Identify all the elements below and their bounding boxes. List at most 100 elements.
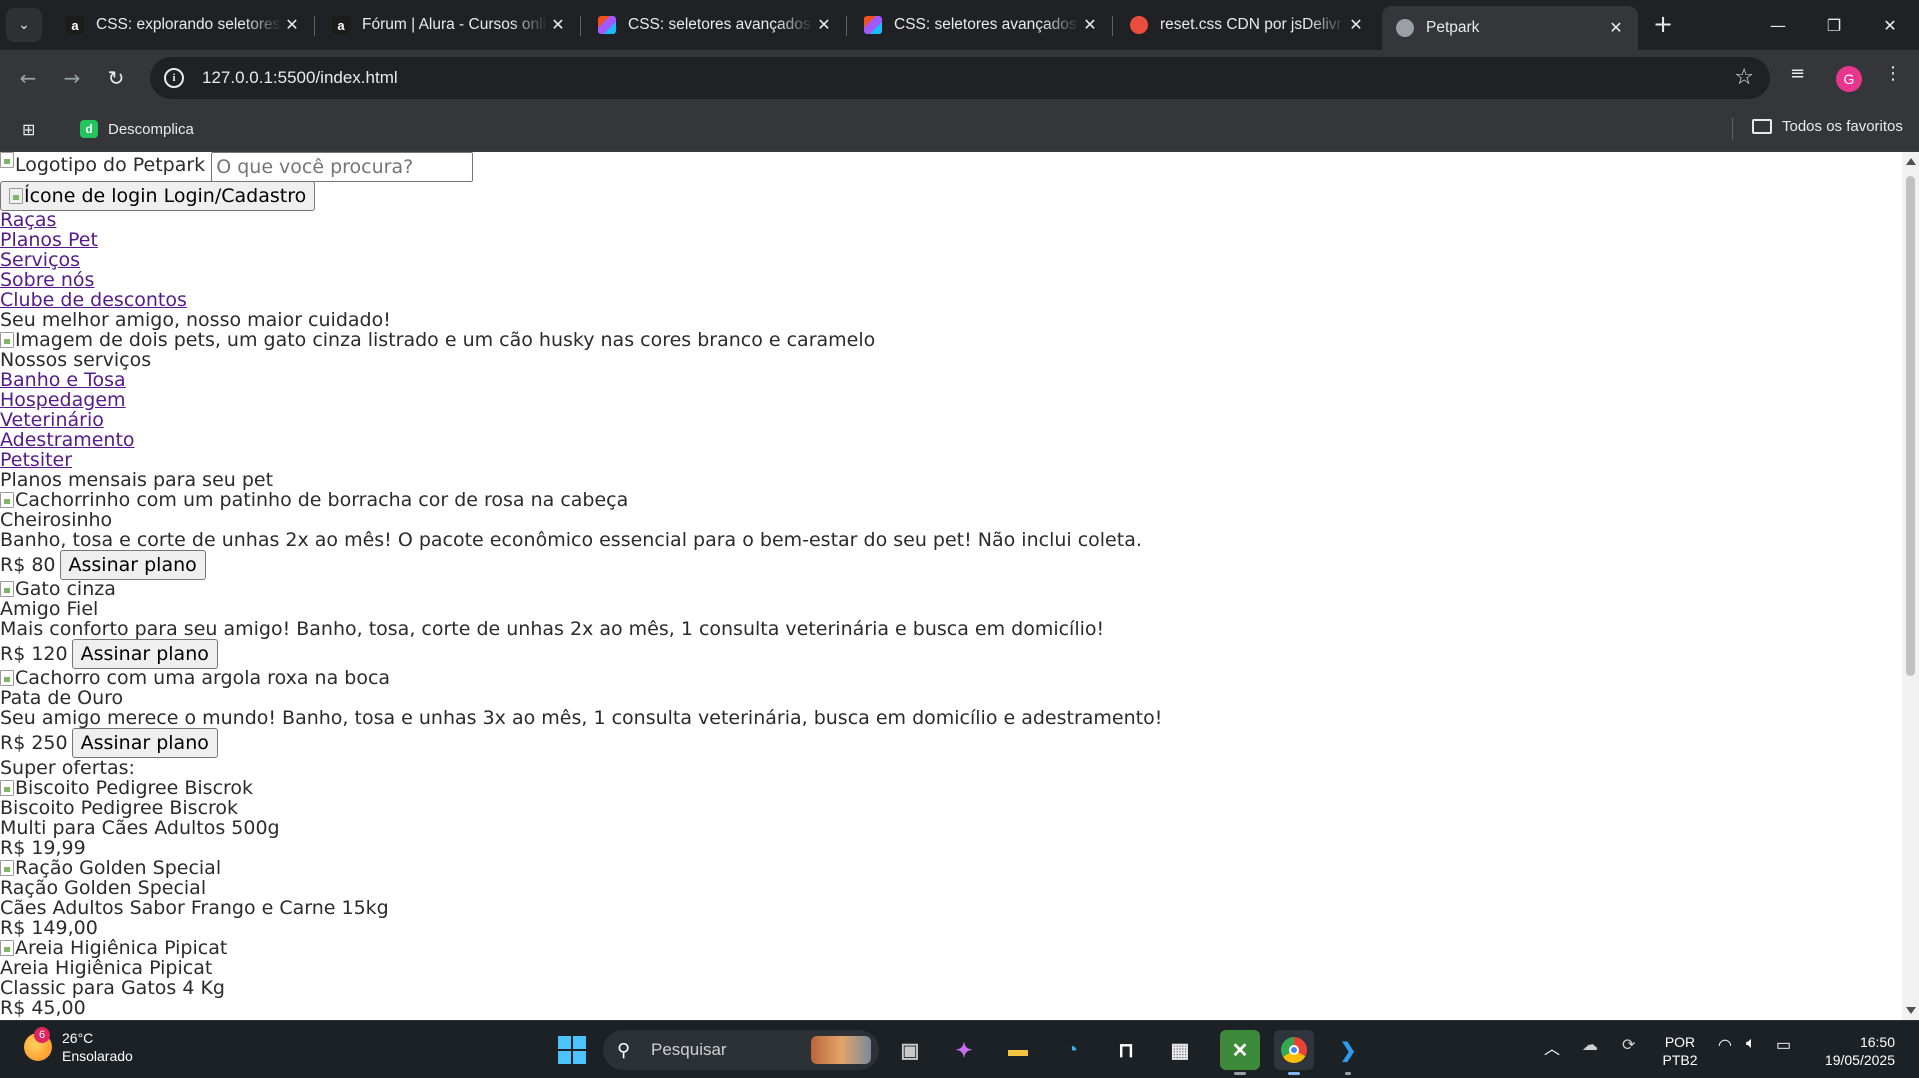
subscribe-plan-button[interactable]: Assinar plano	[59, 550, 206, 580]
nav-link-clube-de-descontos[interactable]: Clube de descontos	[0, 290, 1902, 310]
info-icon[interactable]: i	[164, 68, 184, 88]
restore-button[interactable]: ❐	[1806, 0, 1862, 50]
forward-button[interactable]: →	[56, 62, 88, 94]
profile-avatar[interactable]: G	[1836, 66, 1862, 92]
taskbar-search[interactable]: ⚲ Pesquisar	[603, 1030, 879, 1070]
minimize-button[interactable]: —	[1750, 0, 1806, 50]
app-icon[interactable]: ⊓	[1106, 1030, 1146, 1070]
start-button[interactable]	[552, 1030, 592, 1070]
close-icon[interactable]: ✕	[548, 15, 568, 35]
nav-link-sobre-nos[interactable]: Sobre nós	[0, 270, 1902, 290]
scroll-up-arrow-icon[interactable]	[1906, 158, 1916, 165]
service-link-petsiter[interactable]: Petsiter	[0, 450, 1902, 470]
offer-image: Biscoito Pedigree Biscrok	[0, 778, 1902, 798]
bookmark-descomplica[interactable]: d Descomplica	[80, 116, 194, 142]
plan-price: R$ 80	[0, 554, 56, 576]
battery-icon[interactable]: ▭	[1776, 1035, 1791, 1055]
copilot-icon[interactable]: ✦	[944, 1030, 984, 1070]
address-bar[interactable]: i 127.0.0.1:5500/index.html ☆	[150, 57, 1770, 99]
broken-image-icon	[0, 860, 14, 876]
volume-icon[interactable]: 🔈︎	[1746, 1035, 1756, 1053]
bookmark-star-icon[interactable]: ☆	[1734, 65, 1754, 90]
edge-icon[interactable]: ◔	[1052, 1030, 1092, 1070]
sync-icon[interactable]: ⟳	[1622, 1035, 1635, 1055]
offer-price: R$ 19,99	[0, 837, 86, 859]
browser-toolbar: ← → ↻ i 127.0.0.1:5500/index.html ☆ ≡ ⋮	[0, 50, 1919, 106]
login-icon	[9, 188, 23, 204]
browser-tab[interactable]: a Fórum | Alura - Cursos onli... ✕	[318, 6, 581, 44]
chevron-down-icon: ⌄	[18, 17, 30, 33]
subscribe-plan-button[interactable]: Assinar plano	[71, 728, 218, 758]
tab-title: Petpark	[1426, 19, 1480, 36]
plan-name: Pata de Ouro	[0, 687, 124, 709]
url-text[interactable]: 127.0.0.1:5500/index.html	[202, 68, 398, 88]
plan-desc: Seu amigo merece o mundo! Banho, tosa e …	[0, 707, 1163, 729]
close-window-button[interactable]: ✕	[1862, 0, 1918, 50]
media-control-icon[interactable]: ≡	[1790, 63, 1805, 84]
close-icon[interactable]: ✕	[814, 15, 834, 35]
xbox-icon[interactable]: ✕	[1220, 1030, 1260, 1075]
close-icon[interactable]: ✕	[1346, 15, 1366, 35]
browser-tab-active[interactable]: Petpark ✕	[1382, 6, 1638, 50]
weather-temp: 26°C	[62, 1030, 94, 1046]
browser-tab[interactable]: CSS: seletores avançados e... ✕	[850, 6, 1113, 44]
apps-grid-icon[interactable]: ⊞	[22, 120, 35, 139]
all-bookmarks-label: Todos os favoritos	[1782, 118, 1903, 135]
wifi-icon[interactable]: ◠	[1718, 1035, 1732, 1055]
search-label: Pesquisar	[651, 1040, 727, 1059]
file-explorer-icon[interactable]: ▬	[998, 1030, 1038, 1070]
tray-overflow-icon[interactable]: ︿	[1544, 1035, 1560, 1059]
scroll-down-arrow-icon[interactable]	[1906, 1007, 1916, 1014]
close-icon[interactable]: ✕	[1606, 18, 1626, 38]
language-indicator[interactable]: POR PTB2	[1660, 1033, 1700, 1069]
nav-link-planos-pet[interactable]: Planos Pet	[0, 230, 1902, 250]
all-bookmarks-button[interactable]: Todos os favoritos	[1752, 118, 1903, 135]
weather-widget[interactable]: 6 26°C Ensolarado	[24, 1027, 133, 1065]
descomplica-icon: d	[80, 120, 98, 138]
plan-name: Cheirosinho	[0, 509, 113, 531]
plan-desc: Banho, tosa e corte de unhas 2x ao mês! …	[0, 529, 1142, 551]
service-link-hospedagem[interactable]: Hospedagem	[0, 390, 1902, 410]
store-icon[interactable]: ▦	[1160, 1030, 1200, 1070]
tab-search-button[interactable]: ⌄	[6, 8, 42, 42]
service-link-banho-e-tosa[interactable]: Banho e Tosa	[0, 370, 1902, 390]
plan-image: Gato cinza	[0, 579, 1902, 599]
windows-icon	[558, 1036, 586, 1064]
reload-button[interactable]: ↻	[100, 62, 132, 94]
close-icon[interactable]: ✕	[1080, 15, 1100, 35]
service-link-adestramento[interactable]: Adestramento	[0, 430, 1902, 450]
browser-tab[interactable]: CSS: seletores avançados e... ✕	[584, 6, 847, 44]
bookmark-label: Descomplica	[108, 120, 194, 138]
back-button[interactable]: ←	[12, 62, 44, 94]
divider	[1732, 118, 1733, 140]
task-view-icon[interactable]: ▣	[890, 1030, 930, 1070]
system-clock[interactable]: 16:50 19/05/2025	[1815, 1033, 1895, 1069]
browser-tab[interactable]: reset.css CDN por jsDelivr -... ✕	[1116, 6, 1378, 44]
close-icon[interactable]: ✕	[282, 15, 302, 35]
menu-kebab-icon[interactable]: ⋮	[1884, 63, 1902, 84]
search-input[interactable]: O que você procura?	[211, 152, 474, 182]
folder-icon	[1752, 119, 1772, 134]
plan-price: R$ 250	[0, 732, 68, 754]
vscode-icon[interactable]: ❯	[1328, 1030, 1368, 1075]
nav-link-servicos[interactable]: Serviços	[0, 250, 1902, 270]
page-scrollbar[interactable]	[1902, 152, 1919, 1020]
offers-title: Super ofertas:	[0, 757, 135, 779]
page-viewport: Logotipo do Petpark O que você procura? …	[0, 152, 1902, 1020]
tab-title: Fórum | Alura - Cursos onli...	[362, 16, 548, 33]
login-button[interactable]: Ícone de login Login/Cadastro	[0, 181, 316, 211]
bookmarks-bar: ⊞ d Descomplica Todos os favoritos	[0, 106, 1919, 152]
offer-name: Biscoito Pedigree Biscrok	[0, 797, 239, 819]
subscribe-plan-button[interactable]: Assinar plano	[71, 639, 218, 669]
search-highlight-image	[811, 1036, 871, 1064]
onedrive-icon[interactable]: ☁	[1582, 1035, 1598, 1055]
broken-image-icon	[0, 492, 14, 508]
offer-price: R$ 45,00	[0, 997, 86, 1019]
nav-link-racas[interactable]: Raças	[0, 210, 1902, 230]
scrollbar-thumb[interactable]	[1906, 176, 1915, 676]
browser-tab[interactable]: a CSS: explorando seletores e... ✕	[52, 6, 315, 44]
service-link-veterinario[interactable]: Veterinário	[0, 410, 1902, 430]
chrome-icon[interactable]	[1274, 1030, 1314, 1075]
new-tab-button[interactable]: +	[1648, 9, 1678, 39]
plans-title: Planos mensais para seu pet	[0, 469, 274, 491]
